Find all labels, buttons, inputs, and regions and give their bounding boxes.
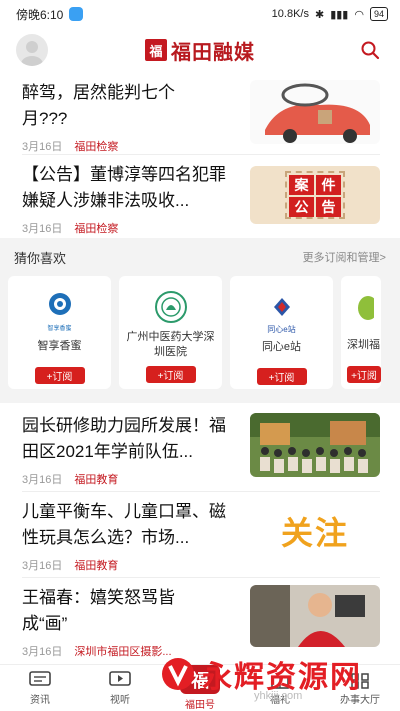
card-name: 智享香蜜 (37, 339, 82, 352)
news-title: 【公告】董博淳等四名犯罪嫌疑人涉嫌非法吸收... (22, 165, 226, 210)
news-date: 3月16日 (22, 223, 63, 235)
hospital-logo-icon (154, 290, 188, 324)
news-thumbnail: 关注 (250, 499, 380, 563)
thumb-char: 告 (316, 197, 341, 217)
news-title: 园长研修助力园所发展！福田区2021年学前队伍... (22, 416, 226, 461)
tab-label: 福田号 (185, 700, 215, 711)
news-item[interactable]: 园长研修助力园所发展！福田区2021年学前队伍... 3月16日 福田教育 (0, 413, 400, 487)
divider (22, 154, 380, 155)
subscribe-button[interactable]: +订阅 (256, 368, 307, 385)
zhixiang-logo-icon (43, 290, 77, 324)
divider (22, 491, 380, 492)
news-date: 3月16日 (22, 141, 63, 153)
card-name: 同心e站 (261, 340, 302, 353)
subscribe-button[interactable]: +订阅 (145, 366, 196, 383)
news-source: 福田检察 (74, 223, 119, 235)
card-name: 深圳福 (347, 338, 380, 351)
divider (22, 577, 380, 578)
subscribe-button[interactable]: +订阅 (347, 366, 381, 383)
watermark-url: yhkjjj.com (254, 690, 303, 702)
news-title: 儿童平衡车、儿童口罩、磁性玩具怎么选？市场... (22, 502, 226, 547)
bluetooth-icon: ✱ (314, 8, 325, 21)
news-icon (29, 670, 51, 686)
status-bar: 傍晚6:10 10.8K/s ✱ ▮▮▮ ◠ 94 (0, 0, 400, 28)
recommend-card[interactable]: 深圳福 +订阅 (341, 276, 381, 389)
futian-logo-icon (347, 290, 381, 324)
tab-label: 资讯 (30, 694, 50, 706)
news-thumbnail (250, 585, 380, 647)
battery-icon: 94 (369, 7, 388, 21)
news-title: 醉驾，居然能判七个月??? (22, 83, 175, 128)
search-icon (361, 41, 380, 60)
tongxin-logo-icon (252, 290, 312, 324)
tab-label: 视听 (110, 694, 130, 706)
news-thumbnail: 案 件 公 告 (250, 166, 380, 224)
recommend-card[interactable]: 同心e站 同心e站 +订阅 (230, 276, 333, 389)
card-name: 广州中医药大学深圳医院 (126, 331, 215, 358)
news-thumbnail (250, 80, 380, 144)
status-time: 傍晚6:10 (16, 7, 64, 22)
recommend-card[interactable]: 广州中医药大学深圳医院 +订阅 (119, 276, 222, 389)
news-source: 福田检察 (74, 141, 119, 153)
news-date: 3月16日 (22, 474, 63, 486)
watermark-logo-icon (162, 658, 194, 690)
thumb-follow-text: 关注 (280, 515, 349, 551)
network-speed: 10.8K/s (271, 8, 309, 20)
news-thumbnail (250, 413, 380, 477)
news-item[interactable]: 【公告】董博淳等四名犯罪嫌疑人涉嫌非法吸收... 3月16日 福田检察 案 件 … (0, 162, 400, 236)
news-source: 福田教育 (74, 560, 119, 572)
recommend-cards: 智享香蜜 智享香蜜 +订阅 广州中医药大学深圳医院 +订阅 同心e站 同心e站 … (0, 276, 400, 389)
more-subscriptions-link[interactable]: 更多订阅和管理> (303, 249, 386, 265)
news-source: 深圳市福田区摄影... (74, 646, 172, 658)
news-title: 王福春：嬉笑怒骂皆成“画” (22, 588, 175, 633)
thumb-char: 公 (289, 197, 314, 217)
news-date: 3月16日 (22, 646, 63, 658)
thumb-char: 案 (289, 175, 314, 195)
brand-mark-icon: 福 (145, 39, 167, 61)
tab-video[interactable]: 视听 (80, 665, 160, 711)
news-item[interactable]: 王福春：嬉笑怒骂皆成“画” 3月16日 深圳市福田区摄影... (0, 585, 400, 659)
telegram-icon (69, 7, 84, 21)
thumb-char: 件 (316, 175, 341, 195)
news-item[interactable]: 儿童平衡车、儿童口罩、磁性玩具怎么选？市场... 3月16日 福田教育 关注 (0, 499, 400, 573)
video-icon (109, 670, 131, 686)
brand-name: 福田融媒 (171, 41, 255, 64)
news-date: 3月16日 (22, 560, 63, 572)
news-source: 福田教育 (74, 474, 119, 486)
app-header: 福 福田融媒 (0, 28, 400, 72)
wifi-icon: ◠ (354, 8, 364, 21)
recommend-section: 猜你喜欢 更多订阅和管理> 智享香蜜 智享香蜜 +订阅 广州中医药大学深圳医院 … (0, 238, 400, 403)
search-button[interactable] (356, 36, 384, 64)
tab-news[interactable]: 资讯 (0, 665, 80, 711)
news-item[interactable]: 醉驾，居然能判七个月??? 3月16日 福田检察 (0, 80, 400, 154)
brand-logo: 福 福田融媒 (0, 36, 400, 65)
avatar[interactable] (16, 34, 48, 66)
subscribe-button[interactable]: +订阅 (34, 367, 85, 384)
signal-icon: ▮▮▮ (330, 8, 349, 21)
recommend-card[interactable]: 智享香蜜 智享香蜜 +订阅 (8, 276, 111, 389)
recommend-title: 猜你喜欢 (14, 250, 67, 266)
